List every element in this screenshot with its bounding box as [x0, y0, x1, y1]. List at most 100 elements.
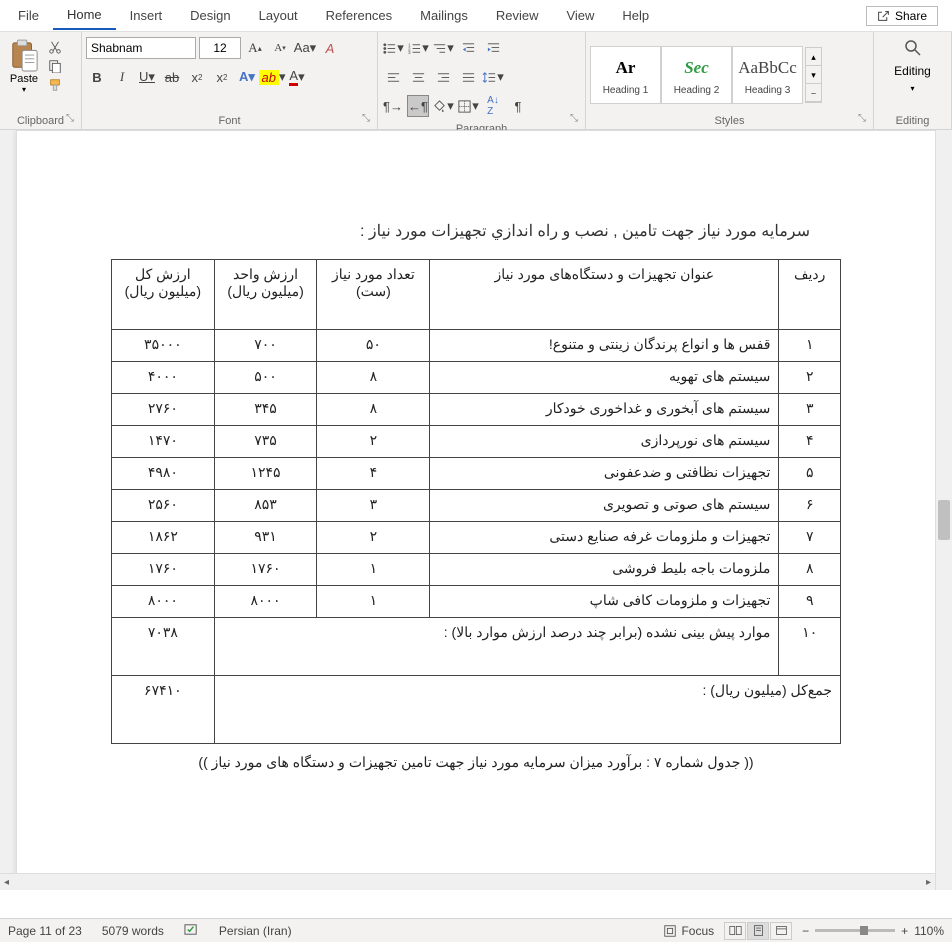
tab-home[interactable]: Home: [53, 1, 116, 30]
table-row: ۲سیستم های تهویه۸۵۰۰۴۰۰۰: [112, 362, 841, 394]
tab-insert[interactable]: Insert: [116, 2, 177, 29]
zoom-in-button[interactable]: +: [901, 924, 908, 938]
zoom-level[interactable]: 110%: [914, 924, 944, 938]
styles-group: Ar Heading 1 Sec Heading 2 AaBbCc Headin…: [586, 32, 874, 129]
col-unit: ارزش واحد (میلیون ریال): [214, 260, 317, 330]
scroll-left-icon[interactable]: ◂: [0, 877, 13, 888]
table-row: ۱قفس ها و انواع پرندگان زینتی و متنوع!۵۰…: [112, 330, 841, 362]
document-page[interactable]: سرمایه مورد نیاز جهت تامین , نصب و راه ا…: [16, 130, 936, 890]
col-qty: تعداد مورد نیاز (ست): [317, 260, 430, 330]
clipboard-launcher[interactable]: ⤡: [66, 113, 78, 125]
editing-label: Editing: [878, 113, 947, 129]
tab-view[interactable]: View: [552, 2, 608, 29]
scroll-thumb[interactable]: [938, 500, 950, 540]
change-case-button[interactable]: Aa▾: [294, 37, 316, 59]
strikethrough-button[interactable]: ab: [161, 66, 183, 88]
table-row: ۵تجهیزات نظافتی و ضدعفونی۴۱۲۴۵۴۹۸۰: [112, 458, 841, 490]
vertical-scrollbar[interactable]: [935, 130, 952, 890]
styles-scroller[interactable]: ▴▾⎯: [805, 47, 822, 103]
align-right-button[interactable]: [432, 66, 454, 88]
table-row-misc: ۱۰موارد پیش بینی نشده (برابر چند درصد ار…: [112, 618, 841, 676]
equipment-table: ردیف عنوان تجهیزات و دستگاه‌های مورد نیا…: [111, 259, 841, 744]
print-layout-button[interactable]: [747, 922, 769, 940]
justify-button[interactable]: [457, 66, 479, 88]
tab-design[interactable]: Design: [176, 2, 244, 29]
table-row: ۷تجهیزات و ملزومات غرفه صنایع دستی۲۹۳۱۱۸…: [112, 522, 841, 554]
find-icon: [903, 38, 923, 58]
subscript-button[interactable]: x2: [186, 66, 208, 88]
table-row-total: جمع‌کل (میلیون ریال) :۶۷۴۱۰: [112, 676, 841, 744]
tab-help[interactable]: Help: [608, 2, 663, 29]
clear-formatting-button[interactable]: A: [319, 37, 341, 59]
zoom-out-button[interactable]: −: [802, 924, 809, 938]
table-row: ۸ملزومات باجه بلیط فروشی۱۱۷۶۰۱۷۶۰: [112, 554, 841, 586]
editing-group: Editing ▾ Editing: [874, 32, 952, 129]
zoom-slider[interactable]: [815, 929, 895, 932]
highlight-button[interactable]: ab▾: [261, 66, 283, 88]
cut-icon[interactable]: [48, 40, 62, 54]
font-launcher[interactable]: ⤡: [362, 113, 374, 125]
scroll-right-icon[interactable]: ▸: [922, 877, 935, 888]
borders-button[interactable]: ▾: [457, 95, 479, 117]
spellcheck-button[interactable]: [184, 922, 199, 940]
font-size-select[interactable]: [199, 37, 241, 59]
style-heading1[interactable]: Ar Heading 1: [590, 46, 661, 104]
tab-review[interactable]: Review: [482, 2, 553, 29]
increase-indent-button[interactable]: [482, 37, 504, 59]
font-color-button[interactable]: A▾: [286, 66, 308, 88]
shrink-font-button[interactable]: A▾: [269, 37, 291, 59]
styles-launcher[interactable]: ⤡: [858, 113, 870, 125]
superscript-button[interactable]: x2: [211, 66, 233, 88]
word-count[interactable]: 5079 words: [102, 924, 164, 938]
col-desc: عنوان تجهیزات و دستگاه‌های مورد نیاز: [430, 260, 779, 330]
style-heading2[interactable]: Sec Heading 2: [661, 46, 732, 104]
decrease-indent-button[interactable]: [457, 37, 479, 59]
shading-button[interactable]: ▾: [432, 95, 454, 117]
language-indicator[interactable]: Persian (Iran): [219, 924, 292, 938]
paragraph-launcher[interactable]: ⤡: [570, 113, 582, 125]
multilevel-button[interactable]: ▾: [432, 37, 454, 59]
align-left-button[interactable]: [382, 66, 404, 88]
ribbon: Paste ▾ Clipboard ⤡ A▴ A▾ Aa▾ A B: [0, 32, 952, 130]
horizontal-scrollbar[interactable]: ◂▸: [0, 873, 935, 890]
styles-label: Styles: [590, 113, 869, 129]
underline-button[interactable]: U▾: [136, 66, 158, 88]
web-layout-button[interactable]: [770, 922, 792, 940]
font-name-select[interactable]: [86, 37, 196, 59]
tab-mailings[interactable]: Mailings: [406, 2, 482, 29]
copy-icon[interactable]: [48, 59, 62, 73]
read-mode-button[interactable]: [724, 922, 746, 940]
paste-button[interactable]: Paste ▾: [4, 37, 44, 96]
paste-icon: [9, 39, 39, 73]
italic-button[interactable]: I: [111, 66, 133, 88]
table-row: ۶سیستم های صوتی و تصویری۳۸۵۳۲۵۶۰: [112, 490, 841, 522]
grow-font-button[interactable]: A▴: [244, 37, 266, 59]
align-center-button[interactable]: [407, 66, 429, 88]
font-group: A▴ A▾ Aa▾ A B I U▾ ab x2 x2 A▾ ab▾ A▾ Fo…: [82, 32, 378, 129]
sort-button[interactable]: A↓Z: [482, 95, 504, 117]
table-row: ۳سیستم های آبخوری و غداخوری خودکار۸۳۴۵۲۷…: [112, 394, 841, 426]
tab-references[interactable]: References: [312, 2, 406, 29]
share-icon: [877, 9, 890, 22]
table-row: ۴سیستم های نورپردازی۲۷۳۵۱۴۷۰: [112, 426, 841, 458]
share-button[interactable]: Share: [866, 6, 938, 26]
editing-button[interactable]: Editing ▾: [878, 34, 947, 113]
numbering-button[interactable]: 123▾: [407, 37, 429, 59]
format-painter-icon[interactable]: [48, 78, 62, 92]
tab-file[interactable]: File: [4, 2, 53, 29]
ribbon-tabs: File Home Insert Design Layout Reference…: [0, 0, 952, 32]
line-spacing-button[interactable]: ▾: [482, 66, 504, 88]
bold-button[interactable]: B: [86, 66, 108, 88]
ltr-button[interactable]: ¶→: [382, 95, 404, 117]
bullets-button[interactable]: ▾: [382, 37, 404, 59]
focus-mode-button[interactable]: Focus: [663, 924, 714, 938]
show-marks-button[interactable]: ¶: [507, 95, 529, 117]
text-effects-button[interactable]: A▾: [236, 66, 258, 88]
tab-layout[interactable]: Layout: [245, 2, 312, 29]
page-indicator[interactable]: Page 11 of 23: [8, 924, 82, 938]
svg-text:3: 3: [408, 50, 411, 55]
font-label: Font: [86, 113, 373, 129]
col-total: ارزش کل (میلیون ریال): [112, 260, 215, 330]
style-heading3[interactable]: AaBbCc Heading 3: [732, 46, 803, 104]
rtl-button[interactable]: ←¶: [407, 95, 429, 117]
